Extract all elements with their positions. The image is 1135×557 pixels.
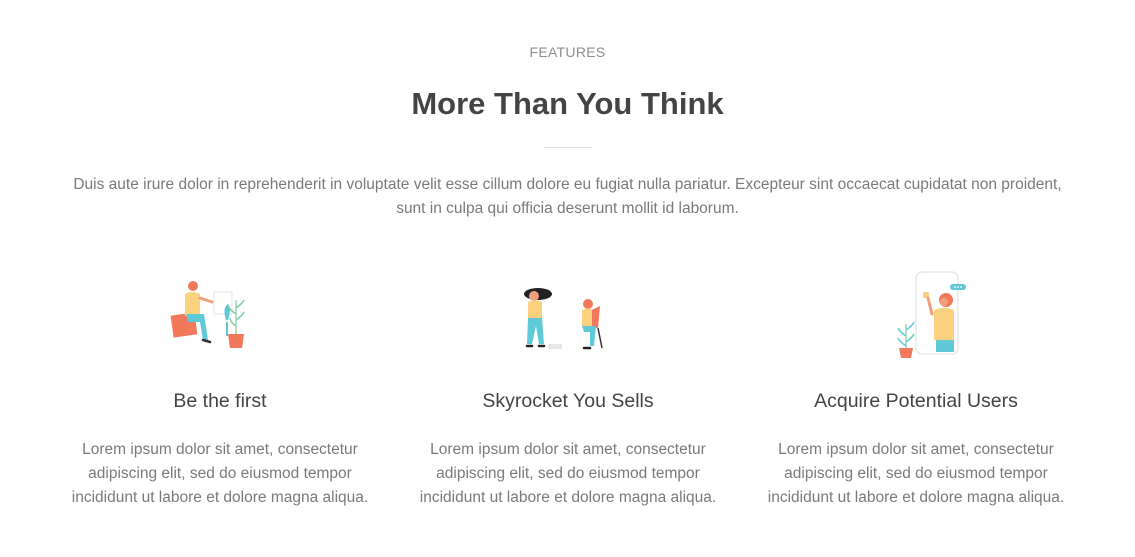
section-eyebrow: FEATURES <box>529 44 606 60</box>
feature-description: Lorem ipsum dolor sit amet, consectetur … <box>767 441 1065 506</box>
features-section: FEATURES More Than You Think Duis aute i… <box>0 0 1135 557</box>
person-with-plants-illustration-icon <box>170 281 245 348</box>
section-intro: Duis aute irure dolor in reprehenderit i… <box>73 176 1062 217</box>
feature-card: Skyrocket You Sells Lorem ipsum dolor si… <box>403 270 733 510</box>
feature-title: Be the first <box>173 390 267 412</box>
section-title: More Than You Think <box>411 86 724 121</box>
feature-card: Acquire Potential Users Lorem ipsum dolo… <box>751 270 1081 510</box>
feature-description: Lorem ipsum dolor sit amet, consectetur … <box>419 441 717 506</box>
feature-card: Be the first Lorem ipsum dolor sit amet,… <box>55 270 385 510</box>
feature-description: Lorem ipsum dolor sit amet, consectetur … <box>71 441 369 506</box>
two-people-talking-illustration-icon <box>524 288 603 350</box>
feature-title: Skyrocket You Sells <box>482 390 654 412</box>
title-divider <box>544 147 592 148</box>
feature-title: Acquire Potential Users <box>814 390 1018 412</box>
person-in-phone-illustration-icon <box>897 271 966 358</box>
